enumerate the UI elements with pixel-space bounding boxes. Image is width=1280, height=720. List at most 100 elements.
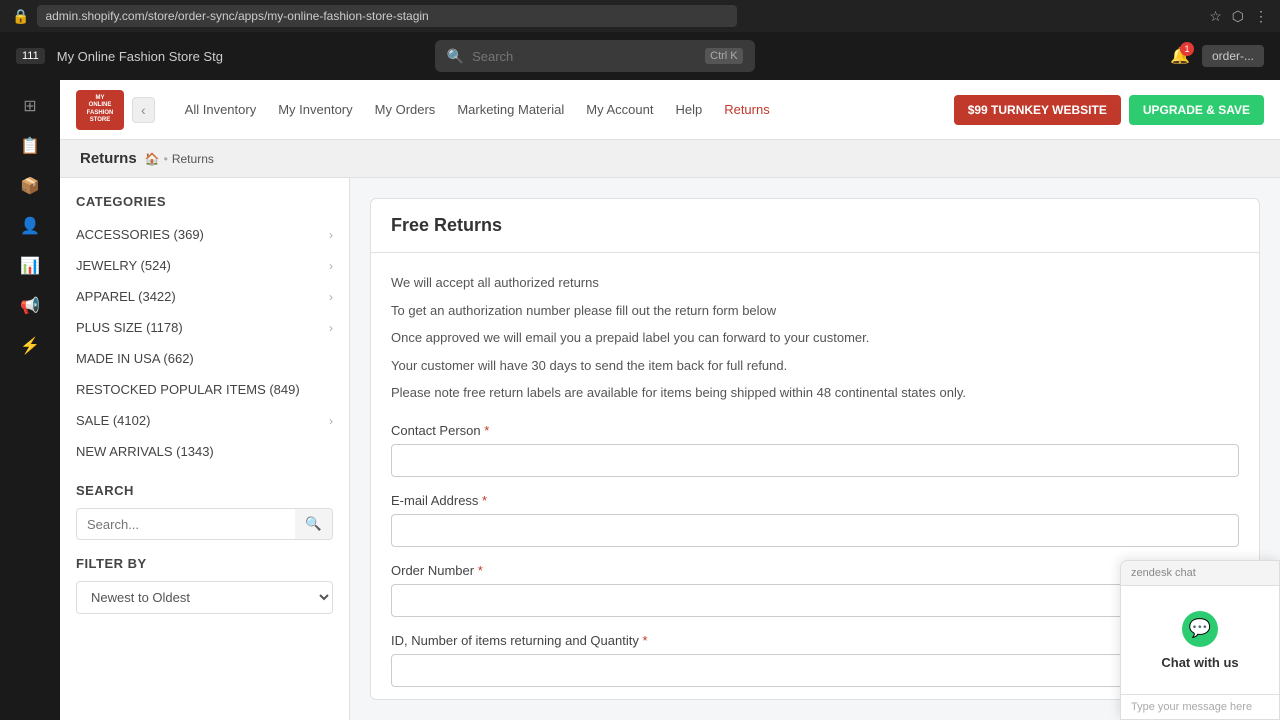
form-group-email: E-mail Address * <box>391 493 1239 547</box>
admin-sidebar: ⊞ 📋 📦 👤 📊 📢 ⚡ <box>0 80 60 720</box>
breadcrumb-home-icon[interactable]: 🏠 <box>145 152 160 166</box>
chevron-icon: › <box>329 259 333 273</box>
email-label: E-mail Address * <box>391 493 1239 508</box>
nav-returns[interactable]: Returns <box>714 96 780 123</box>
required-marker: * <box>482 493 487 508</box>
filter-section: FILTER BY Newest to Oldest Oldest to New… <box>60 556 349 630</box>
store-badge: 111 <box>16 48 45 64</box>
page-content-area: Returns 🏠 • Returns CATEGORIES ACCESSORI… <box>60 140 1280 720</box>
user-button[interactable]: order-... <box>1202 45 1264 67</box>
category-sale[interactable]: SALE (4102) › <box>60 405 349 436</box>
browser-bar: 🔒 admin.shopify.com/store/order-sync/app… <box>0 0 1280 32</box>
returns-desc-1: We will accept all authorized returns <box>391 273 1239 293</box>
admin-sidebar-customers[interactable]: 👤 <box>12 208 48 244</box>
notification-badge: 1 <box>1180 42 1194 56</box>
category-restocked[interactable]: RESTOCKED POPULAR ITEMS (849) <box>60 374 349 405</box>
browser-menu-icon[interactable]: ⋮ <box>1254 8 1268 25</box>
app-header: MYONLINEFASHIONSTORE ‹ All Inventory My … <box>60 80 1280 140</box>
chevron-icon: › <box>329 321 333 335</box>
admin-search-bar[interactable]: 🔍 Ctrl K <box>435 40 755 72</box>
app-content: CATEGORIES ACCESSORIES (369) › JEWELRY (… <box>60 178 1280 720</box>
main-layout: ⊞ 📋 📦 👤 📊 📢 ⚡ MYONLINEFASHIONSTORE ‹ All… <box>0 80 1280 720</box>
store-logo: MYONLINEFASHIONSTORE <box>76 90 124 130</box>
chat-input-area[interactable]: Type your message here <box>1121 694 1279 719</box>
upgrade-button[interactable]: UPGRADE & SAVE <box>1129 95 1264 125</box>
admin-sidebar-orders[interactable]: 📋 <box>12 128 48 164</box>
admin-sidebar-analytics[interactable]: 📊 <box>12 248 48 284</box>
required-marker: * <box>484 423 489 438</box>
notification-bell[interactable]: 🔔 1 <box>1170 46 1190 66</box>
url-text: admin.shopify.com/store/order-sync/apps/… <box>45 9 428 23</box>
returns-form: Contact Person * E-mail Address * Order … <box>391 423 1239 701</box>
contact-person-label: Contact Person * <box>391 423 1239 438</box>
admin-sidebar-apps[interactable]: ⚡ <box>12 328 48 364</box>
contact-person-input[interactable] <box>391 444 1239 477</box>
chat-title: Chat with us <box>1161 655 1238 670</box>
form-group-order: Order Number * <box>391 563 1239 617</box>
page-subheader: Returns 🏠 • Returns <box>60 140 1280 178</box>
filter-select[interactable]: Newest to Oldest Oldest to Newest Price:… <box>76 581 333 614</box>
admin-sidebar-marketing[interactable]: 📢 <box>12 288 48 324</box>
category-accessories[interactable]: ACCESSORIES (369) › <box>60 219 349 250</box>
logo-text: MYONLINEFASHIONSTORE <box>87 95 114 124</box>
back-button[interactable]: ‹ <box>132 97 155 123</box>
items-label: ID, Number of items returning and Quanti… <box>391 633 1239 648</box>
chat-placeholder: Type your message here <box>1131 701 1252 713</box>
search-submit-button[interactable]: 🔍 <box>295 509 332 539</box>
category-apparel[interactable]: APPAREL (3422) › <box>60 281 349 312</box>
chat-widget[interactable]: zendesk chat 💬 Chat with us Type your me… <box>1120 560 1280 720</box>
admin-nav-right: 🔔 1 order-... <box>1170 45 1264 67</box>
turnkey-button[interactable]: $99 TURNKEY WEBSITE <box>954 95 1121 125</box>
breadcrumb-current: Returns <box>172 152 214 166</box>
returns-desc-5: Please note free return labels are avail… <box>391 383 1239 403</box>
extensions-icon[interactable]: ⬡ <box>1232 8 1244 25</box>
returns-card-header: Free Returns <box>371 199 1259 253</box>
category-new-arrivals-name: NEW ARRIVALS (1343) <box>76 444 214 459</box>
search-input[interactable] <box>472 49 697 64</box>
category-made-in-usa[interactable]: MADE IN USA (662) <box>60 343 349 374</box>
form-group-contact: Contact Person * <box>391 423 1239 477</box>
search-title: SEARCH <box>76 483 333 498</box>
category-new-arrivals[interactable]: NEW ARRIVALS (1343) <box>60 436 349 467</box>
url-bar[interactable]: admin.shopify.com/store/order-sync/apps/… <box>37 5 737 27</box>
search-shortcut: Ctrl K <box>705 48 743 64</box>
returns-desc-4: Your customer will have 30 days to send … <box>391 356 1239 376</box>
search-icon: 🔍 <box>447 48 464 65</box>
nav-my-inventory[interactable]: My Inventory <box>268 96 362 123</box>
nav-my-orders[interactable]: My Orders <box>365 96 446 123</box>
order-number-input[interactable] <box>391 584 1239 617</box>
admin-sidebar-products[interactable]: 📦 <box>12 168 48 204</box>
category-made-in-usa-name: MADE IN USA (662) <box>76 351 194 366</box>
category-apparel-name: APPAREL (3422) <box>76 289 176 304</box>
nav-help[interactable]: Help <box>665 96 712 123</box>
admin-sidebar-home[interactable]: ⊞ <box>12 88 48 124</box>
chevron-icon: › <box>329 414 333 428</box>
chat-widget-header: zendesk chat <box>1121 561 1279 586</box>
favicon-icon: 🔒 <box>12 8 29 25</box>
returns-title: Free Returns <box>391 215 1239 236</box>
returns-desc-2: To get an authorization number please fi… <box>391 301 1239 321</box>
search-section: SEARCH 🔍 <box>60 467 349 556</box>
items-quantity-input[interactable] <box>391 654 1239 687</box>
nav-my-account[interactable]: My Account <box>576 96 663 123</box>
category-jewelry[interactable]: JEWELRY (524) › <box>60 250 349 281</box>
form-group-items: ID, Number of items returning and Quanti… <box>391 633 1239 687</box>
star-icon[interactable]: ☆ <box>1209 8 1222 25</box>
left-panel: CATEGORIES ACCESSORIES (369) › JEWELRY (… <box>60 178 350 720</box>
required-marker: * <box>642 633 647 648</box>
filter-title: FILTER BY <box>76 556 333 571</box>
app-nav: All Inventory My Inventory My Orders Mar… <box>175 96 946 123</box>
category-restocked-name: RESTOCKED POPULAR ITEMS (849) <box>76 382 300 397</box>
browser-icons: ☆ ⬡ ⋮ <box>1209 8 1268 25</box>
order-number-label: Order Number * <box>391 563 1239 578</box>
store-name: My Online Fashion Store Stg <box>57 49 223 64</box>
nav-marketing-material[interactable]: Marketing Material <box>447 96 574 123</box>
categories-title: CATEGORIES <box>60 194 349 219</box>
nav-all-inventory[interactable]: All Inventory <box>175 96 267 123</box>
chat-widget-body: 💬 Chat with us <box>1121 586 1279 694</box>
returns-desc-3: Once approved we will email you a prepai… <box>391 328 1239 348</box>
category-jewelry-name: JEWELRY (524) <box>76 258 171 273</box>
category-plus-size[interactable]: PLUS SIZE (1178) › <box>60 312 349 343</box>
email-input[interactable] <box>391 514 1239 547</box>
search-input[interactable] <box>77 510 295 539</box>
